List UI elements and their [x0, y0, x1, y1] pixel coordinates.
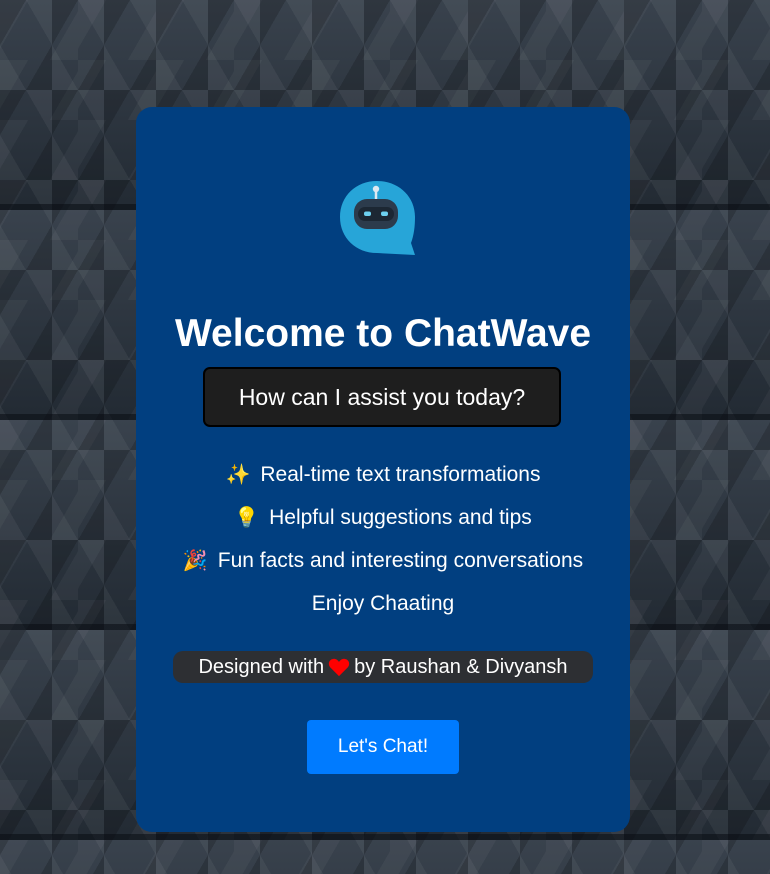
- credit-badge: Designed with by Raushan & Divyansh: [173, 651, 593, 683]
- credit-prefix: Designed with: [198, 656, 325, 678]
- feature-item: 🎉 Fun facts and interesting conversations: [136, 547, 630, 575]
- lets-chat-button[interactable]: Let's Chat!: [307, 720, 459, 774]
- sparkles-icon: ✨: [225, 464, 251, 486]
- feature-text: Helpful suggestions and tips: [269, 506, 532, 529]
- lightbulb-icon: 💡: [234, 507, 260, 529]
- credit-suffix: by Raushan & Divyansh: [354, 656, 568, 678]
- page-title: Welcome to ChatWave: [174, 312, 592, 355]
- feature-item: ✨ Real-time text transformations: [136, 461, 630, 489]
- party-popper-icon: 🎉: [182, 550, 208, 572]
- feature-text: Real-time text transformations: [260, 463, 541, 486]
- heart-icon: [328, 658, 350, 677]
- feature-item: 💡 Helpful suggestions and tips: [136, 504, 630, 532]
- welcome-card: Welcome to ChatWave How can I assist you…: [136, 107, 630, 832]
- prompt-box: How can I assist you today?: [203, 367, 561, 427]
- chatbot-logo-icon: [340, 181, 415, 255]
- enjoy-text: Enjoy Chaating: [311, 592, 455, 615]
- feature-text: Fun facts and interesting conversations: [217, 549, 584, 572]
